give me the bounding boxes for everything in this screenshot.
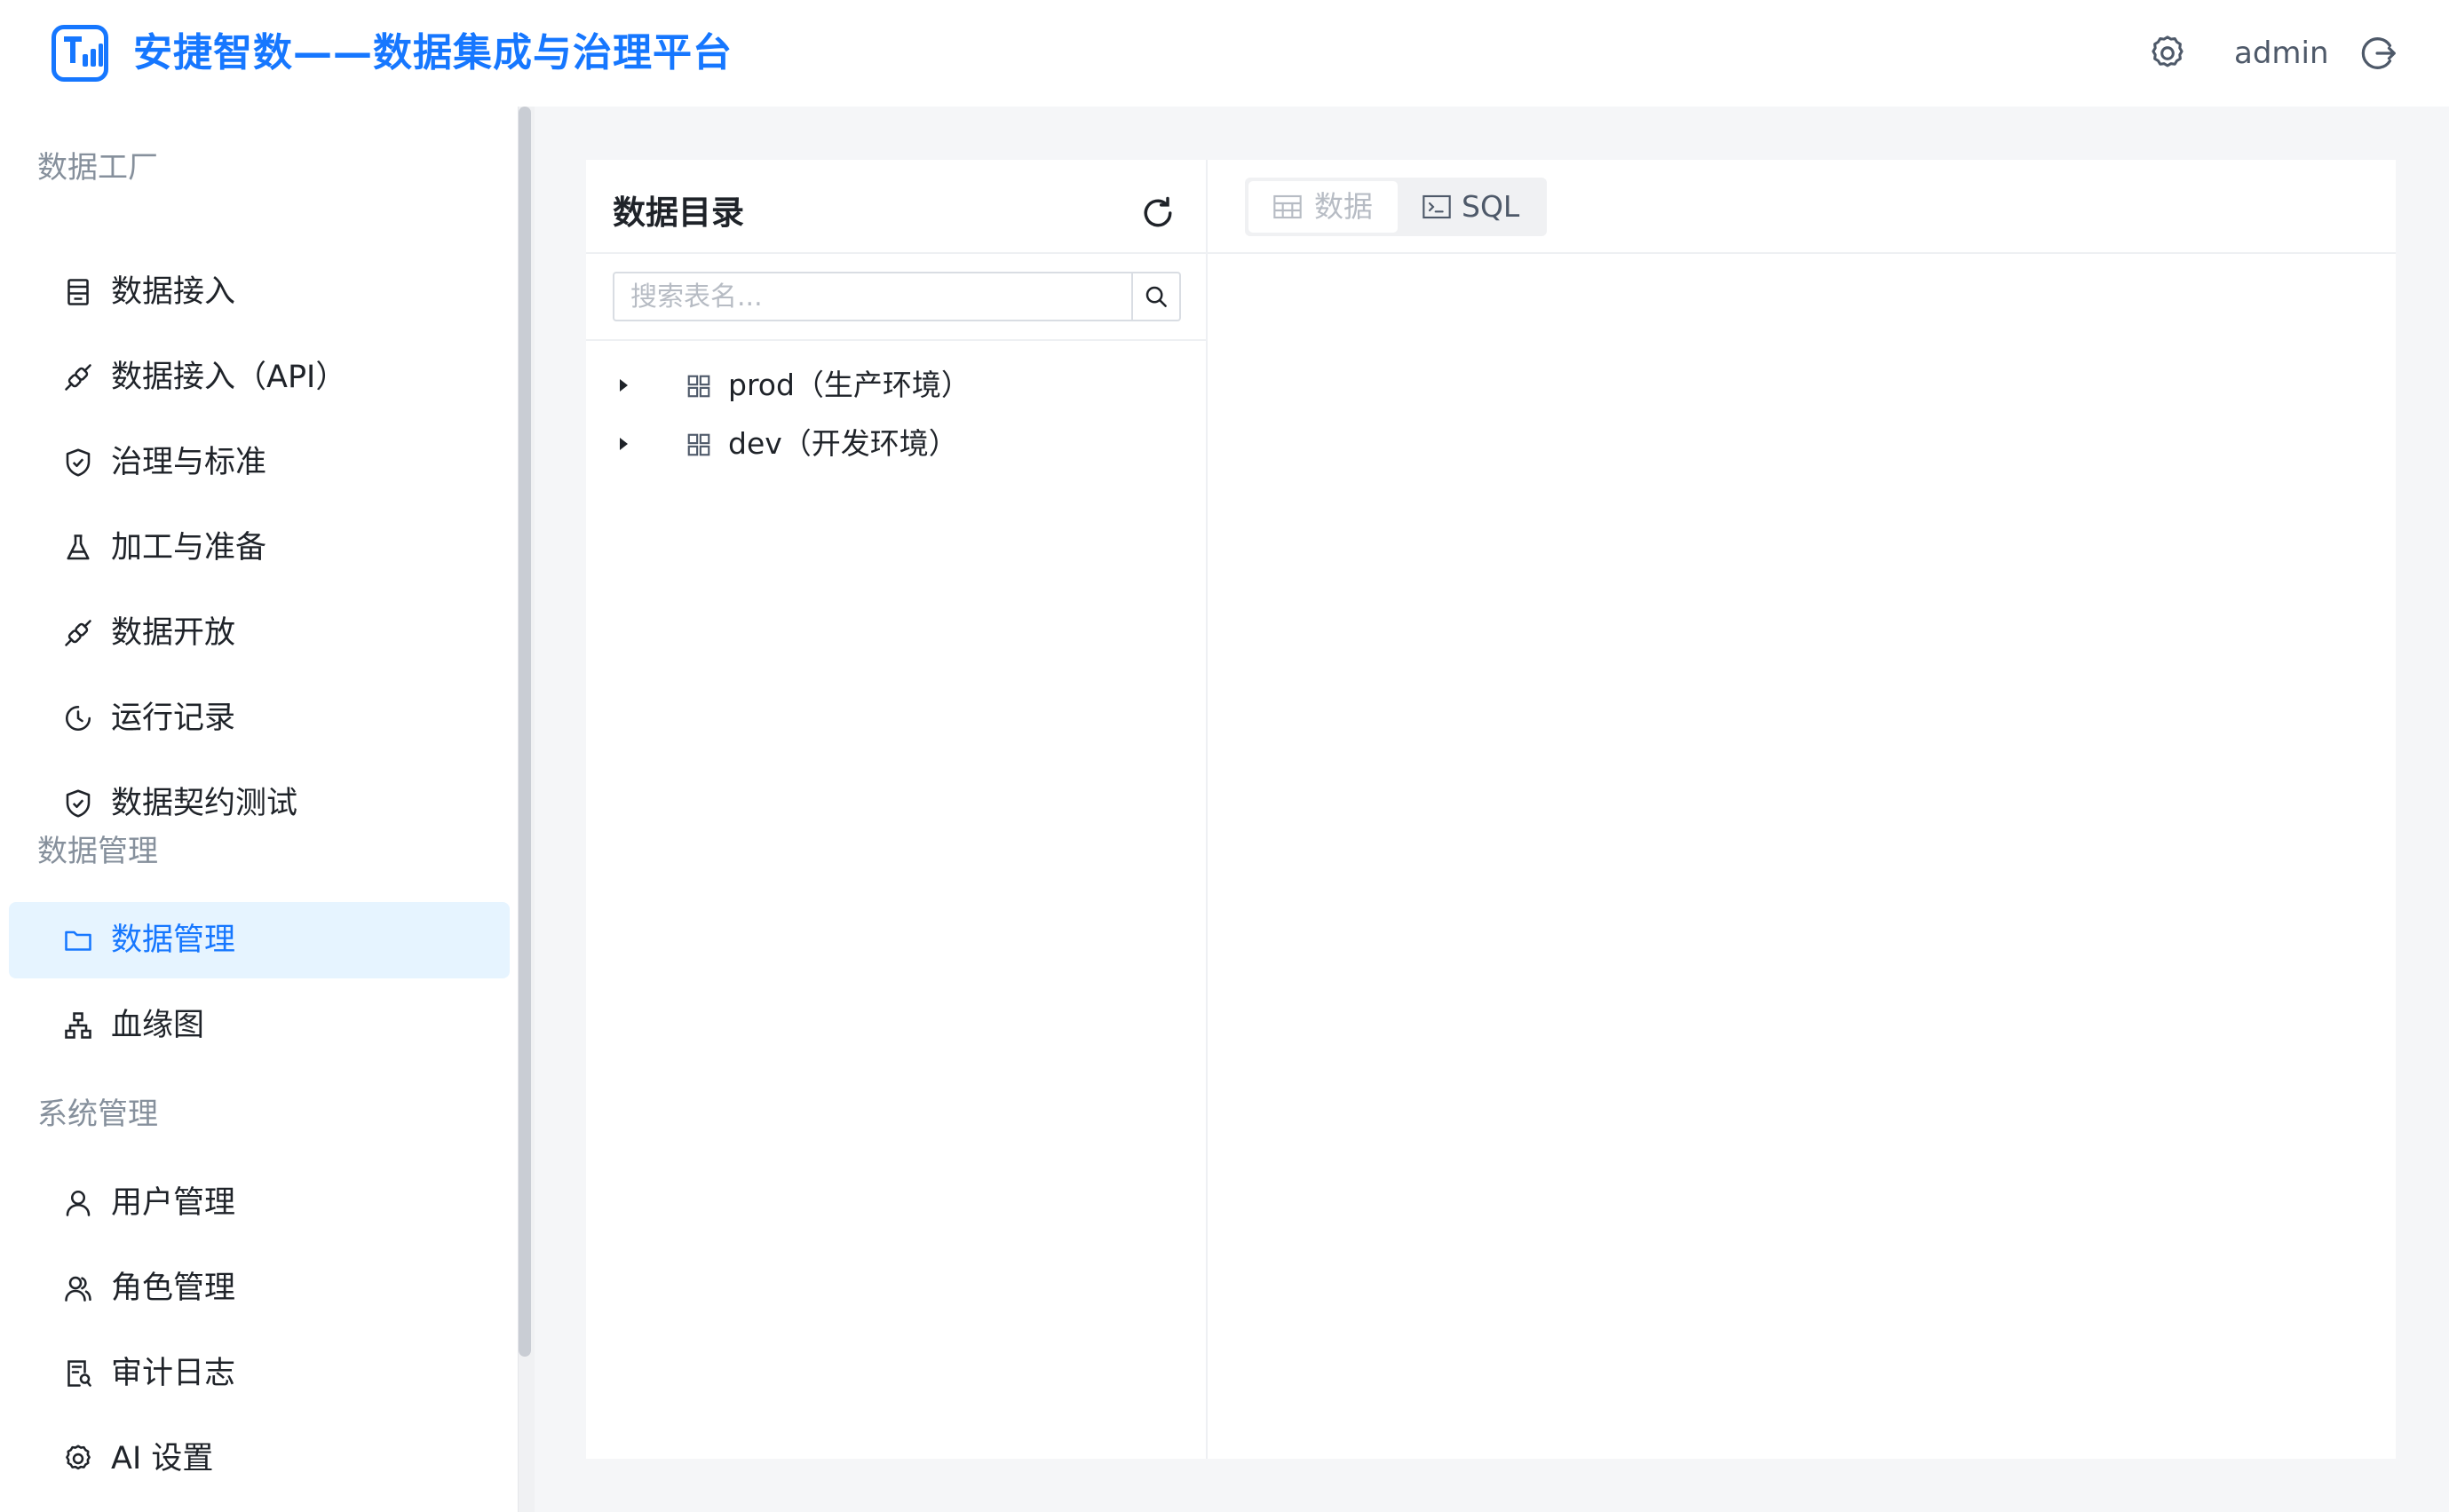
app-title: 安捷智数——数据集成与治理平台: [133, 30, 733, 75]
shield-check-icon: [62, 788, 94, 819]
sidebar-item-user-management[interactable]: 用户管理: [9, 1165, 510, 1241]
sidebar-item-label: 运行记录: [111, 701, 236, 736]
sidebar-item-data-management[interactable]: 数据管理: [9, 902, 510, 978]
tab-sql[interactable]: SQL: [1401, 181, 1543, 233]
content-pane: 数据 SQL: [1208, 160, 2396, 1459]
gear-icon: [62, 1443, 94, 1475]
current-user[interactable]: admin: [2234, 30, 2329, 76]
caret-right-icon[interactable]: [613, 433, 634, 455]
form-icon: [62, 276, 94, 308]
sidebar-item-label: 血缘图: [111, 1008, 205, 1043]
sidebar-item-processing[interactable]: 加工与准备: [9, 510, 510, 586]
sidebar-item-role-management[interactable]: 角色管理: [9, 1250, 510, 1326]
sidebar-item-label: AI 设置: [111, 1441, 214, 1476]
divider: [586, 252, 1208, 254]
terminal-icon: [1423, 194, 1451, 219]
sidebar-group-title: 系统管理: [37, 1096, 158, 1132]
table-search-input[interactable]: [614, 273, 1131, 320]
user-icon: [62, 1187, 94, 1219]
search-button[interactable]: [1131, 273, 1179, 320]
tree-node-label: dev（开发环境）: [728, 426, 958, 461]
divider: [1208, 252, 2396, 254]
sidebar-item-label: 数据接入（API）: [111, 360, 347, 395]
sidebar-item-run-records[interactable]: 运行记录: [9, 680, 510, 756]
shield-check-icon: [62, 447, 94, 479]
logout-icon[interactable]: [2358, 33, 2399, 74]
main-panel: 数据目录 prod（生产环境）: [586, 160, 2396, 1459]
app-logo: [52, 25, 108, 82]
tree-node-label: prod（生产环境）: [728, 368, 971, 402]
sidebar-item-label: 数据管理: [111, 922, 236, 958]
sidebar-item-label: 加工与准备: [111, 530, 267, 566]
audit-icon: [62, 1358, 94, 1389]
refresh-icon[interactable]: [1138, 194, 1177, 233]
tree-node-prod[interactable]: prod（生产环境）: [604, 359, 1190, 412]
table-search-box: [613, 272, 1181, 321]
sidebar-item-lineage[interactable]: 血缘图: [9, 987, 510, 1064]
tab-label: SQL: [1462, 189, 1520, 224]
sidebar-item-label: 用户管理: [111, 1185, 236, 1221]
plug-icon: [62, 361, 94, 393]
search-icon: [1143, 283, 1169, 310]
top-header: 安捷智数——数据集成与治理平台 admin: [0, 0, 2449, 107]
sidebar-item-label: 角色管理: [111, 1271, 236, 1306]
plug-icon: [62, 617, 94, 649]
sidebar-item-label: 审计日志: [111, 1356, 236, 1391]
sidebar-scrollbar-thumb[interactable]: [519, 107, 531, 1357]
settings-gear-icon[interactable]: [2147, 33, 2188, 74]
sidebar-item-data-ingest[interactable]: 数据接入: [9, 254, 510, 330]
catalog-title: 数据目录: [613, 194, 744, 232]
divider: [586, 339, 1208, 341]
folder-icon: [62, 924, 94, 956]
sidebar-item-label: 数据开放: [111, 615, 236, 651]
table-icon: [1273, 194, 1302, 219]
tab-label: 数据: [1314, 189, 1373, 224]
caret-right-icon[interactable]: [613, 375, 634, 396]
data-catalog-panel: 数据目录 prod（生产环境）: [586, 160, 1208, 1459]
sidebar-item-audit-log[interactable]: 审计日志: [9, 1335, 510, 1412]
sidebar-item-ai-settings[interactable]: AI 设置: [9, 1421, 510, 1497]
sidebar-item-data-open[interactable]: 数据开放: [9, 595, 510, 671]
sidebar: 数据工厂 数据接入 数据接入（API） 治理与标准 加工与准备 数据开放 运行记…: [0, 107, 519, 1512]
sidebar-item-data-ingest-api[interactable]: 数据接入（API）: [9, 339, 510, 416]
flask-icon: [62, 532, 94, 564]
sidebar-group-title: 数据管理: [37, 834, 158, 869]
database-grid-icon: [686, 373, 712, 400]
sidebar-group-title: 数据工厂: [37, 150, 158, 186]
users-icon: [62, 1272, 94, 1304]
tree-node-dev[interactable]: dev（开发环境）: [604, 417, 1190, 471]
hierarchy-icon: [62, 1009, 94, 1041]
sidebar-item-governance[interactable]: 治理与标准: [9, 424, 510, 501]
sidebar-item-label: 治理与标准: [111, 445, 267, 480]
view-tabs: 数据 SQL: [1245, 178, 1547, 236]
sidebar-item-label: 数据接入: [111, 274, 236, 310]
clock-icon: [62, 702, 94, 734]
database-grid-icon: [686, 431, 712, 458]
tab-data[interactable]: 数据: [1248, 181, 1398, 233]
